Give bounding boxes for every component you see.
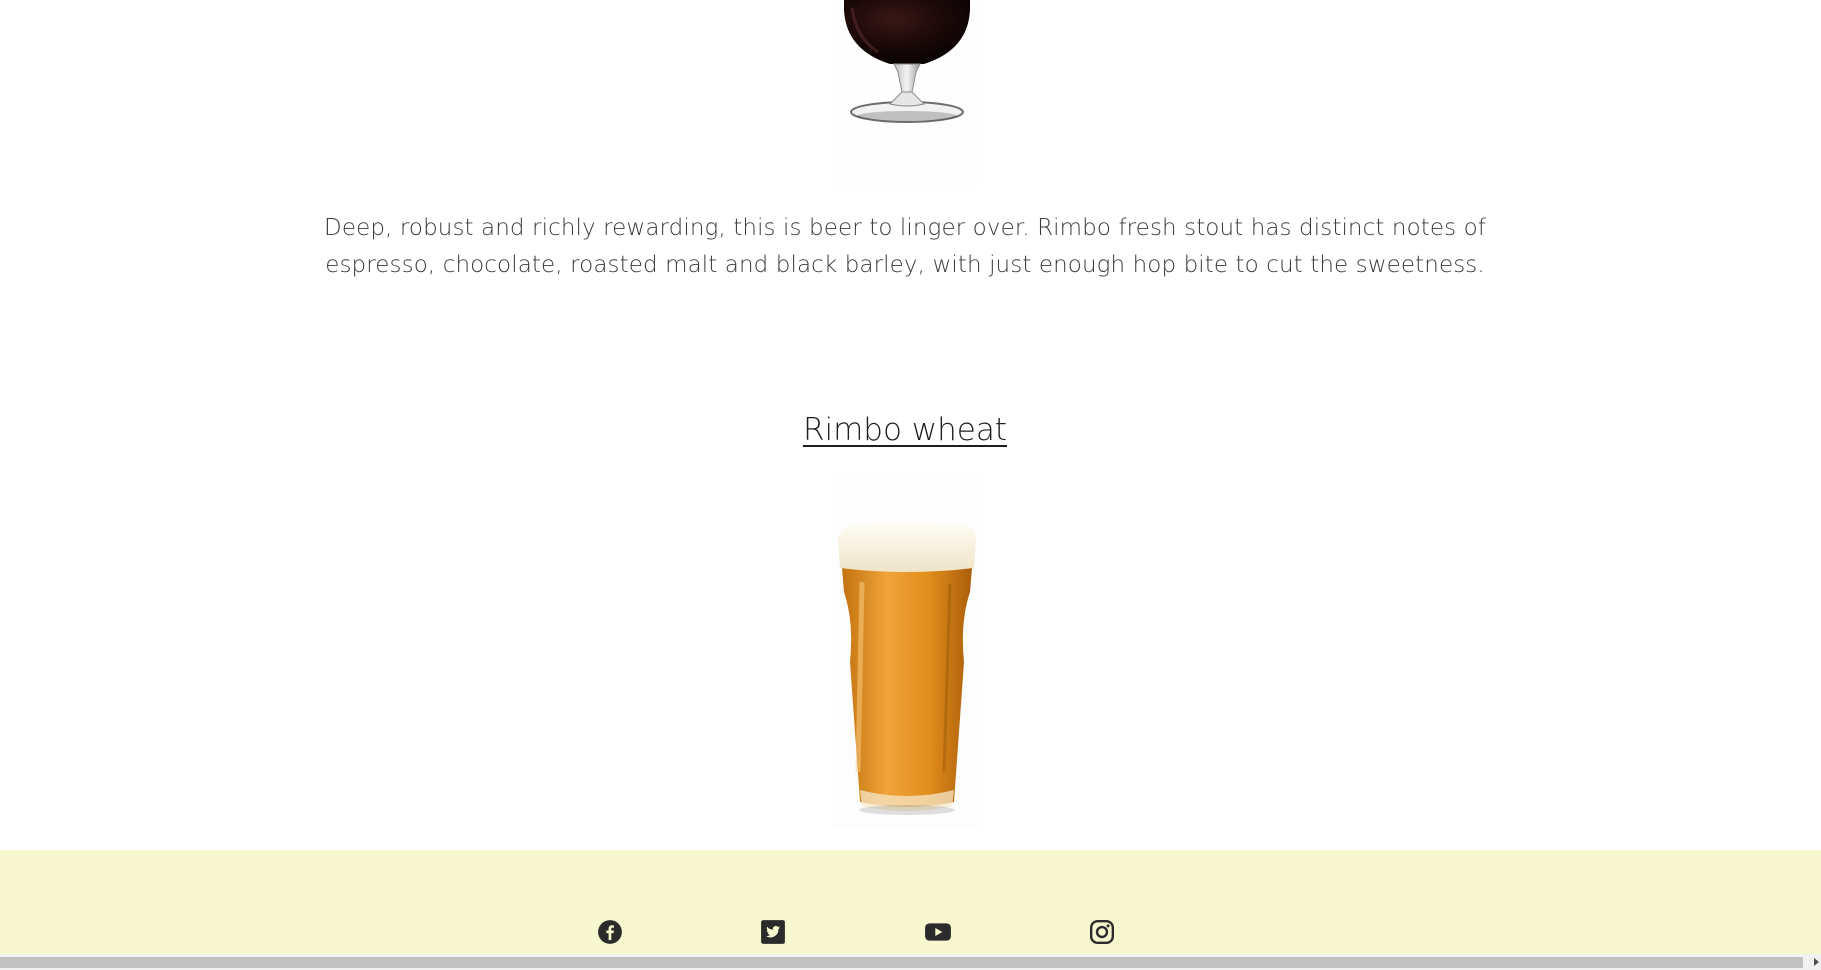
wheat-title: Rimbo wheat: [0, 406, 1810, 454]
twitter-link[interactable]: [759, 918, 787, 946]
facebook-link[interactable]: [596, 918, 624, 946]
instagram-link[interactable]: [1088, 918, 1116, 946]
scroll-right-arrow-icon[interactable]: [1814, 958, 1819, 966]
instagram-icon: [1089, 919, 1115, 945]
stout-description: Deep, robust and richly rewarding, this …: [324, 215, 1486, 278]
facebook-icon: [598, 920, 622, 944]
footer: [0, 850, 1821, 954]
youtube-icon: [925, 923, 951, 941]
youtube-link[interactable]: [924, 918, 952, 946]
wheat-beer-image: [832, 472, 982, 828]
twitter-icon: [761, 920, 785, 944]
horizontal-scrollbar[interactable]: [0, 954, 1821, 970]
page: Deep, robust and richly rewarding, this …: [0, 0, 1821, 970]
stout-beer-image: [832, 0, 982, 188]
scrollbar-thumb[interactable]: [0, 957, 1803, 968]
wheat-title-link[interactable]: Rimbo wheat: [803, 412, 1007, 448]
